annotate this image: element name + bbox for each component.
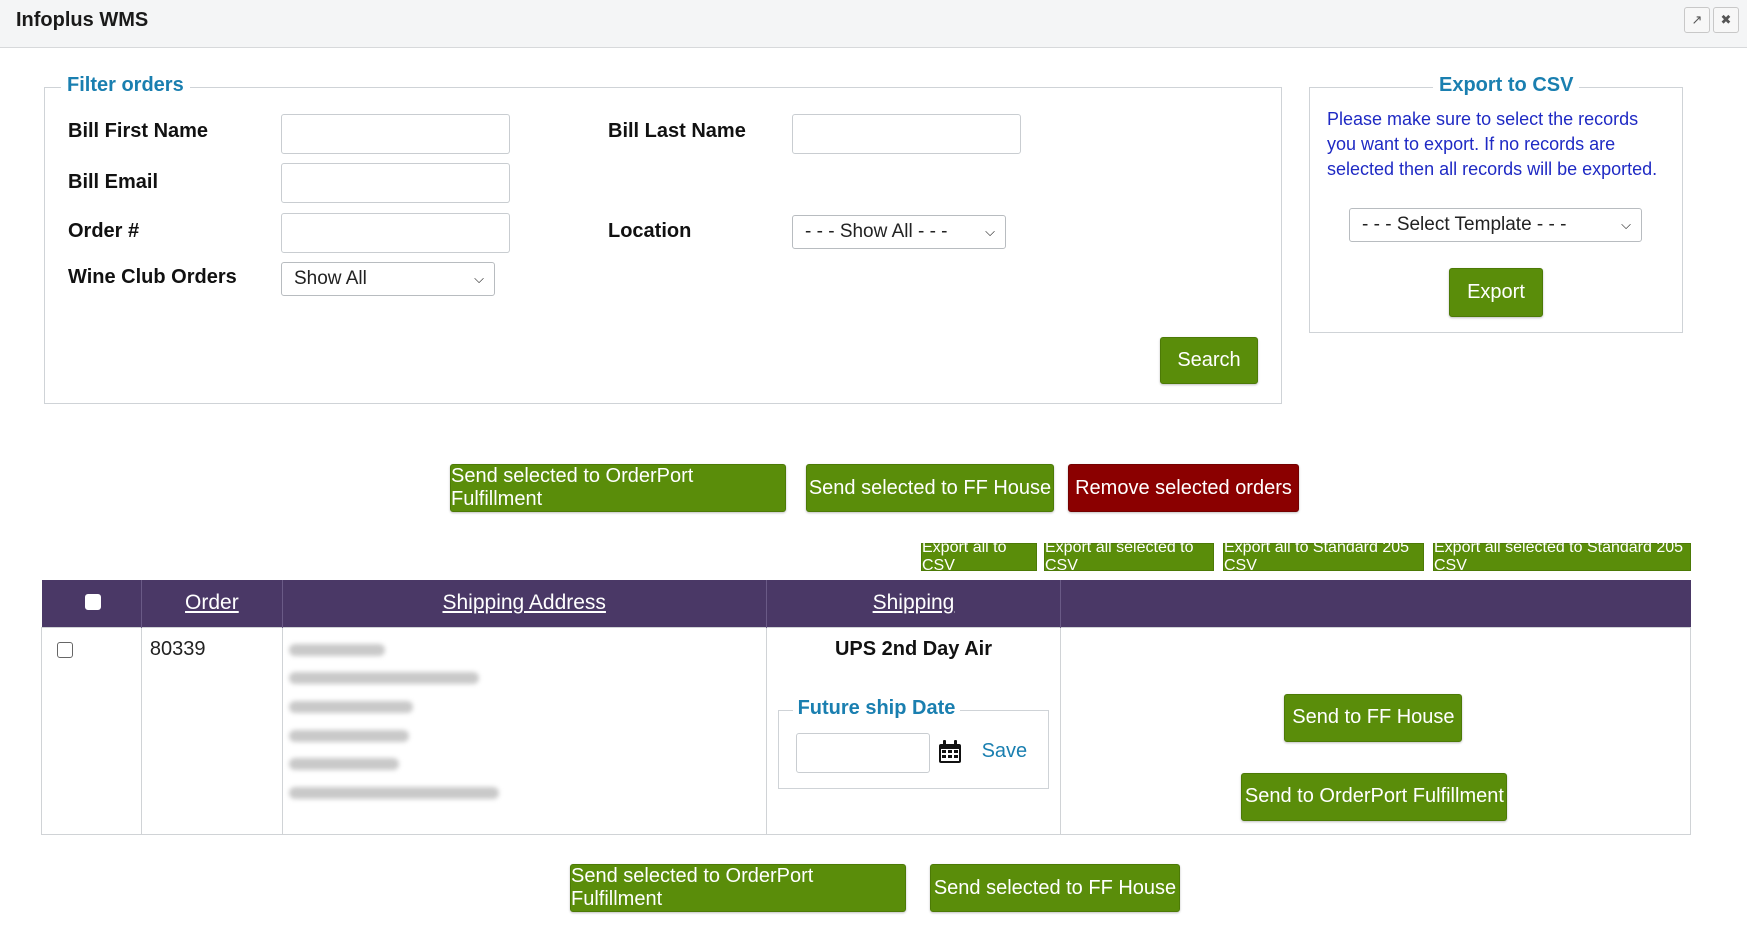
chevron-down-icon: ⌵ xyxy=(1621,217,1631,233)
window-titlebar: Infoplus WMS ↗ ✖ xyxy=(0,0,1747,48)
export-template-select-value: - - - Select Template - - - xyxy=(1362,214,1567,235)
location-label: Location xyxy=(608,220,692,242)
bill-first-name-label: Bill First Name xyxy=(68,120,209,142)
chevron-down-icon: ⌵ xyxy=(474,271,484,287)
select-all-header xyxy=(41,580,142,627)
table-row: 80339 UPS 2nd Day Air Future ship Date S… xyxy=(41,626,1691,835)
actions-column-header xyxy=(1060,580,1691,627)
shipping-address-column-header[interactable]: Shipping Address xyxy=(282,580,767,627)
wine-club-orders-select[interactable]: Show All ⌵ xyxy=(281,262,495,296)
filter-orders-legend: Filter orders xyxy=(61,74,190,97)
send-selected-ffhouse-button[interactable]: Send selected to FF House xyxy=(806,464,1054,512)
select-all-checkbox[interactable] xyxy=(84,594,101,610)
redacted-address-line xyxy=(288,729,409,742)
calendar-icon[interactable] xyxy=(937,739,963,765)
window-title: Infoplus WMS xyxy=(16,9,149,31)
row-checkbox[interactable] xyxy=(57,641,73,658)
export-note: Please make sure to select the records y… xyxy=(1327,109,1658,179)
orders-table: Order Shipping Address Shipping 80339 UP… xyxy=(41,580,1691,835)
shipping-address-cell xyxy=(281,626,767,835)
redacted-address-line xyxy=(288,757,399,770)
location-select-value: - - - Show All - - - xyxy=(805,221,948,242)
export-all-std205-button[interactable]: Export all to Standard 205 CSV xyxy=(1223,539,1424,574)
chevron-down-icon: ⌵ xyxy=(985,224,995,240)
bill-last-name-input[interactable] xyxy=(792,114,1021,154)
send-to-orderport-button[interactable]: Send to OrderPort Fulfillment xyxy=(1241,772,1508,821)
search-button[interactable]: Search xyxy=(1160,337,1258,384)
table-header-row: Order Shipping Address Shipping xyxy=(41,580,1691,627)
order-number-label: Order # xyxy=(68,220,140,242)
export-button[interactable]: Export xyxy=(1449,268,1543,317)
send-to-ffhouse-button[interactable]: Send to FF House xyxy=(1284,693,1463,742)
bill-email-label: Bill Email xyxy=(68,171,159,193)
send-selected-ffhouse-button-bottom[interactable]: Send selected to FF House xyxy=(930,864,1180,912)
send-selected-orderport-button-bottom[interactable]: Send selected to OrderPort Fulfillment xyxy=(570,864,906,912)
order-cell: 80339 xyxy=(140,626,283,835)
close-icon[interactable]: ✖ xyxy=(1713,7,1739,33)
row-select-cell xyxy=(41,626,142,835)
bill-last-name-label: Bill Last Name xyxy=(608,120,746,142)
remove-selected-orders-button[interactable]: Remove selected orders xyxy=(1068,464,1299,512)
location-select[interactable]: - - - Show All - - - ⌵ xyxy=(792,215,1006,249)
redacted-address-line xyxy=(288,786,499,799)
popout-icon[interactable]: ↗ xyxy=(1684,7,1710,33)
redacted-address-line xyxy=(288,671,479,684)
bill-first-name-input[interactable] xyxy=(281,114,510,154)
future-ship-date-input[interactable] xyxy=(795,732,930,773)
shipping-method: UPS 2nd Day Air xyxy=(834,637,993,660)
shipping-cell: UPS 2nd Day Air Future ship Date Save xyxy=(765,626,1062,835)
redacted-address-line xyxy=(288,700,413,713)
wine-club-orders-label: Wine Club Orders xyxy=(68,266,237,288)
shipping-column-header[interactable]: Shipping xyxy=(766,580,1062,627)
redacted-address-line xyxy=(288,643,385,656)
export-template-select[interactable]: - - - Select Template - - - ⌵ xyxy=(1349,208,1642,242)
order-number-input[interactable] xyxy=(281,213,510,253)
export-csv-legend: Export to CSV xyxy=(1433,74,1580,97)
send-selected-orderport-button[interactable]: Send selected to OrderPort Fulfillment xyxy=(450,464,786,512)
export-selected-csv-button[interactable]: Export all selected to CSV xyxy=(1044,539,1214,574)
bill-email-input[interactable] xyxy=(281,163,510,203)
order-column-header[interactable]: Order xyxy=(141,580,283,627)
future-ship-date-legend: Future ship Date xyxy=(792,696,961,720)
save-link[interactable]: Save xyxy=(982,740,1028,763)
future-ship-date-panel: Future ship Date Save xyxy=(777,696,1049,789)
order-number: 80339 xyxy=(149,637,206,660)
export-all-csv-button[interactable]: Export all to CSV xyxy=(921,539,1037,574)
export-selected-std205-button[interactable]: Export all selected to Standard 205 CSV xyxy=(1433,539,1691,574)
row-actions-cell: Send to FF House Send to OrderPort Fulfi… xyxy=(1060,626,1691,835)
wine-club-orders-select-value: Show All xyxy=(294,268,367,289)
